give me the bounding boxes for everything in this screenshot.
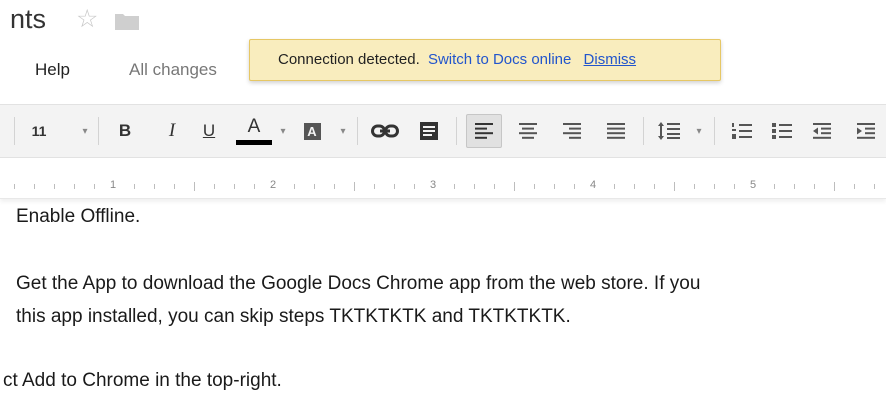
line-spacing-dropdown-icon[interactable]: ▾ [692,105,706,157]
text-color-swatch [236,140,272,145]
doc-paragraph: this app installed, you can skip steps T… [16,306,571,327]
highlight-color-button[interactable]: A [299,105,325,157]
folder-icon[interactable] [114,11,140,31]
menu-help[interactable]: Help [35,60,70,80]
doc-paragraph: ct Add to Chrome in the top-right. [3,370,282,391]
highlight-icon: A [303,122,321,140]
toolbar-separator [714,117,715,145]
formatting-toolbar: 11 ▾ B I U A ▾ A ▾ ▾ [0,104,886,158]
ruler[interactable]: 1 2 3 4 5 [0,176,886,199]
toolbar-separator [643,117,644,145]
connection-notification: Connection detected. Switch to Docs onli… [249,39,721,81]
dismiss-link[interactable]: Dismiss [584,51,637,68]
link-icon[interactable] [368,105,402,157]
underline-button[interactable]: U [197,105,221,157]
align-center-icon[interactable] [514,105,542,157]
toolbar-separator [14,117,15,145]
ruler-mark: 2 [270,179,277,191]
text-color-button[interactable]: A [236,105,272,157]
star-icon[interactable]: ☆ [76,7,98,32]
decrease-indent-icon[interactable] [808,105,836,157]
doc-paragraph: Enable Offline. [16,206,141,227]
line-spacing-icon[interactable] [654,105,684,157]
text-color-dropdown-icon[interactable]: ▾ [276,105,290,157]
text-color-letter: A [247,116,261,137]
ruler-mark: 3 [430,179,437,191]
align-justify-icon[interactable] [602,105,630,157]
doc-paragraph: Get the App to download the Google Docs … [16,273,701,294]
switch-to-online-link[interactable]: Switch to Docs online [428,51,571,68]
ruler-mark: 4 [590,179,597,191]
font-size-select[interactable]: 11 [24,105,54,157]
bold-button[interactable]: B [113,105,137,157]
notification-message: Connection detected. [278,51,420,68]
align-left-icon[interactable] [470,105,498,157]
comment-icon[interactable] [414,105,444,157]
font-size-dropdown-icon[interactable]: ▾ [78,105,92,157]
increase-indent-icon[interactable] [852,105,880,157]
toolbar-separator [357,117,358,145]
document-title[interactable]: nts [10,4,46,35]
save-status: All changes [129,60,217,79]
bulleted-list-icon[interactable] [768,105,796,157]
italic-button[interactable]: I [160,105,184,157]
ruler-mark: 5 [750,179,757,191]
toolbar-separator [456,117,457,145]
numbered-list-icon[interactable] [728,105,756,157]
highlight-dropdown-icon[interactable]: ▾ [336,105,350,157]
align-right-icon[interactable] [558,105,586,157]
toolbar-separator [98,117,99,145]
ruler-mark: 1 [110,179,117,191]
